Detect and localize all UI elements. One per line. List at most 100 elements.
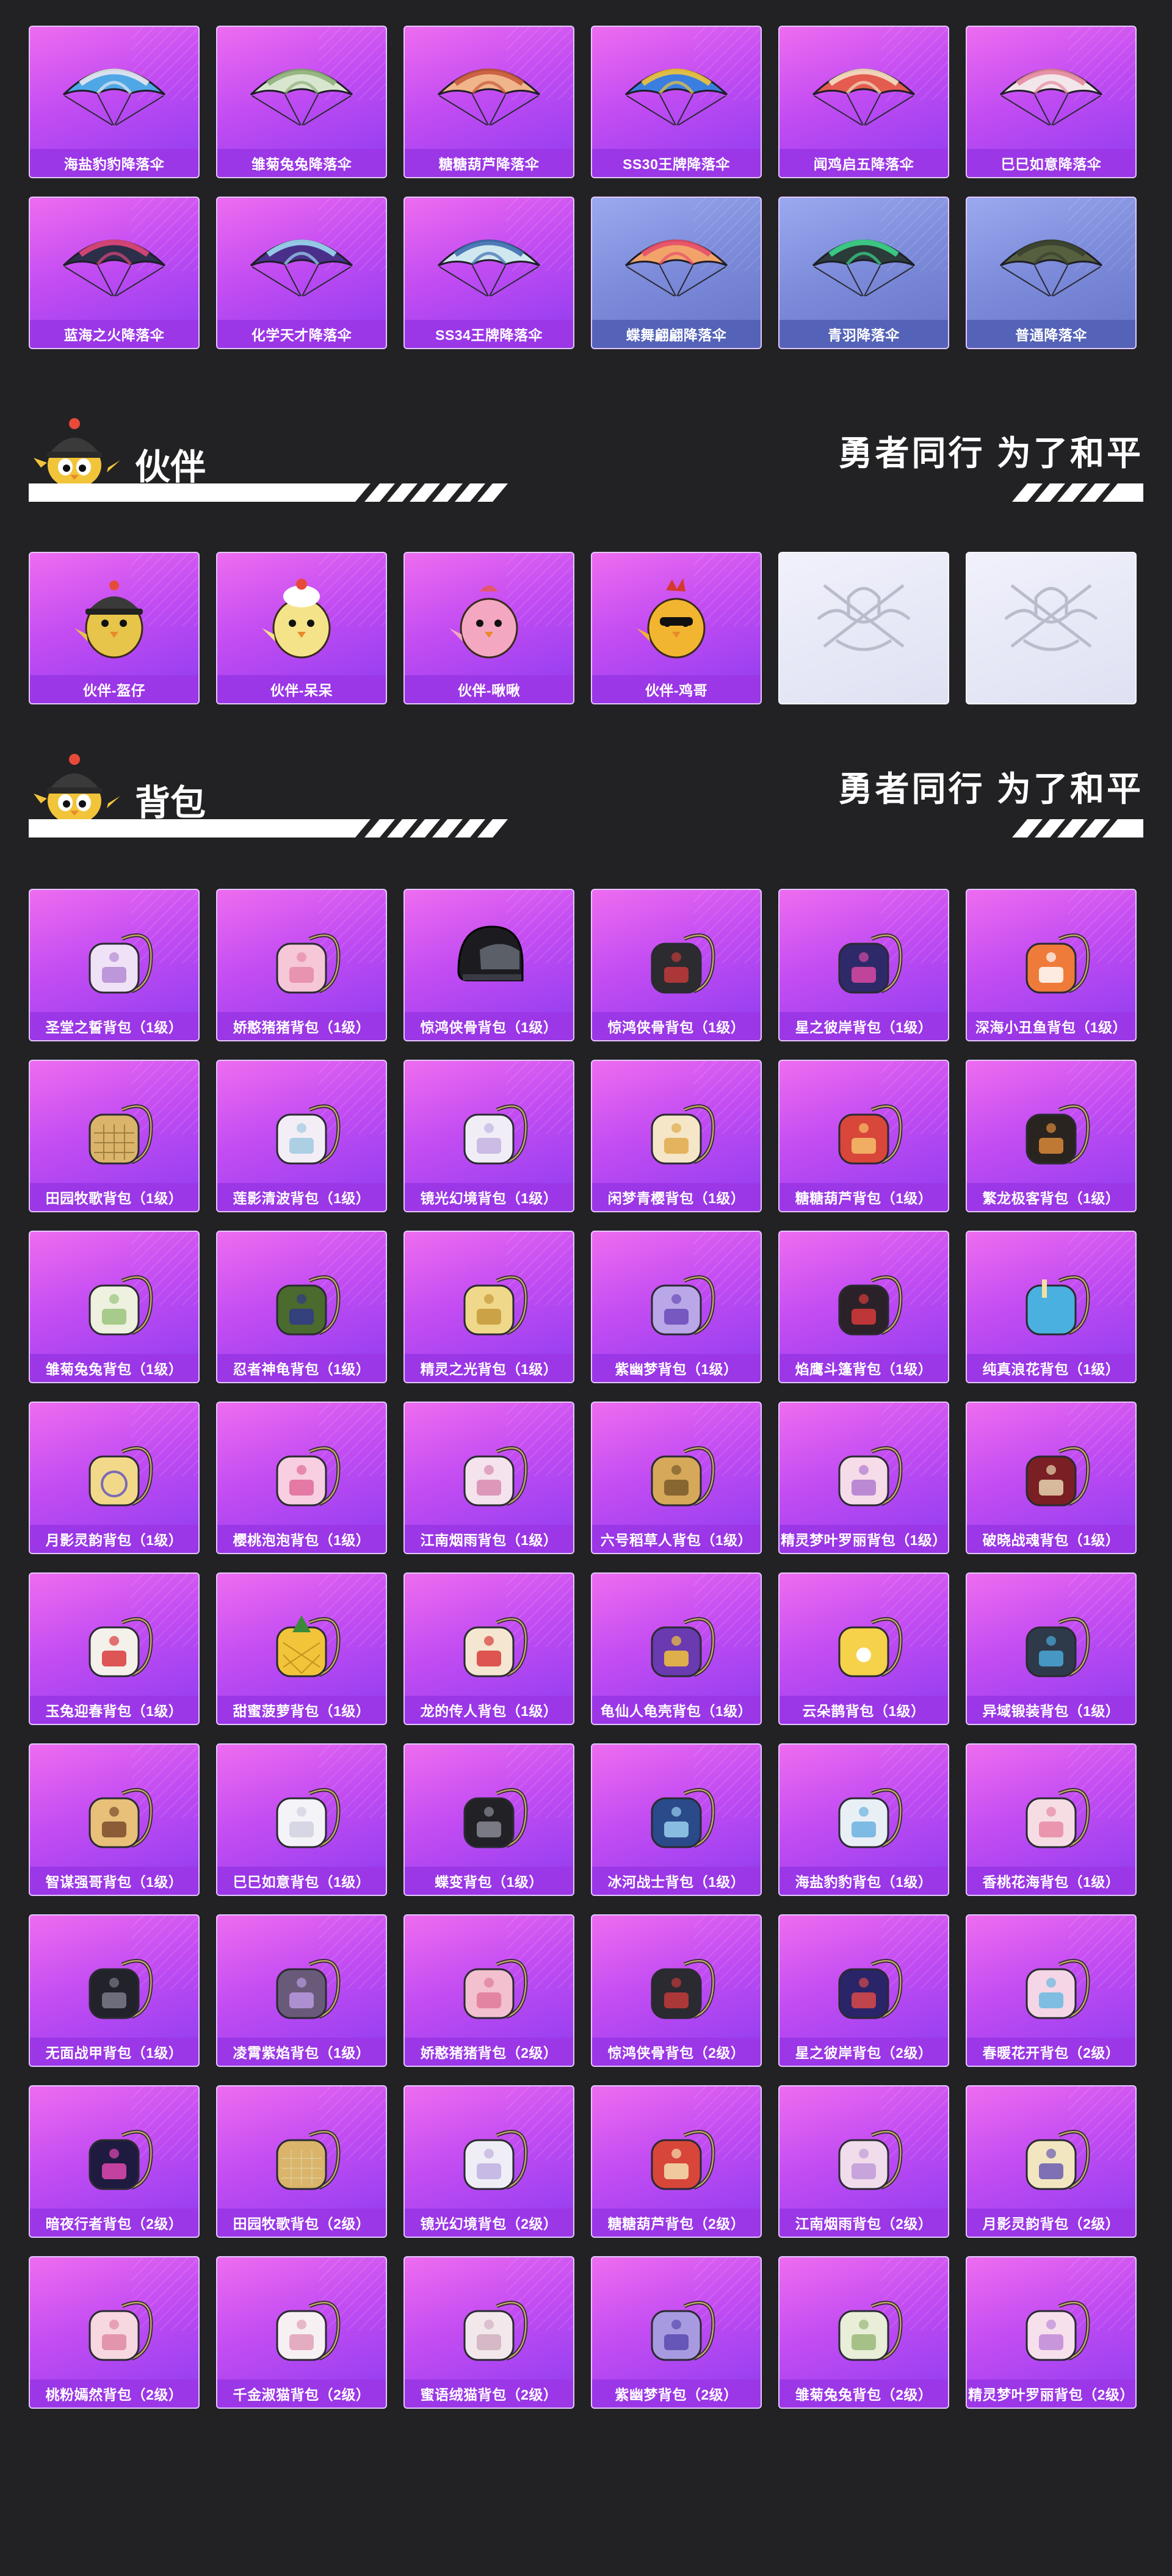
backpack-card[interactable]: 田园牧歌背包（1级）: [29, 1060, 200, 1212]
parachute-card[interactable]: 雏菊兔兔降落伞: [216, 26, 387, 178]
backpack-card[interactable]: 凌霄紫焰背包（1级）: [216, 1914, 387, 2067]
parachute-icon: [56, 218, 172, 309]
backpack-card[interactable]: 巳巳如意背包（1级）: [216, 1743, 387, 1896]
backpack-card[interactable]: 星之彼岸背包（2级）: [778, 1914, 949, 2067]
backpack-card[interactable]: 无面战甲背包（1级）: [29, 1914, 200, 2067]
empty-slot-card[interactable]: [966, 552, 1137, 704]
companion-card[interactable]: 伙伴-呆呆: [216, 552, 387, 704]
backpack-icon: [256, 1255, 347, 1340]
basket-backpack-icon: [68, 1084, 160, 1170]
backpack-card[interactable]: 糖糖葫芦背包（1级）: [778, 1060, 949, 1212]
parachute-card[interactable]: 普通降落伞: [966, 197, 1137, 349]
backpack-card[interactable]: 莲影清波背包（1级）: [216, 1060, 387, 1212]
backpack-card[interactable]: 星之彼岸背包（1级）: [778, 889, 949, 1041]
item-label: 糖糖葫芦背包（1级）: [780, 1183, 948, 1211]
item-label: 惊鸿侠骨背包（1级）: [592, 1012, 761, 1040]
backpack-card[interactable]: 破晓战魂背包（1级）: [966, 1402, 1137, 1554]
backpack-card[interactable]: 樱桃泡泡背包（1级）: [216, 1402, 387, 1554]
backpack-icon: [1005, 2281, 1097, 2366]
backpack-card[interactable]: 精灵之光背包（1级）: [403, 1231, 574, 1383]
parachute-card[interactable]: 糖糖葫芦降落伞: [403, 26, 574, 178]
backpack-icon: [631, 2281, 722, 2366]
backpack-card[interactable]: 雏菊兔兔背包（1级）: [29, 1231, 200, 1383]
backpack-card[interactable]: 智谋强哥背包（1级）: [29, 1743, 200, 1896]
backpack-card[interactable]: 忍者神龟背包（1级）: [216, 1231, 387, 1383]
item-label: 玉兔迎春背包（1级）: [30, 1696, 198, 1724]
backpack-card[interactable]: 纯真浪花背包（1级）: [966, 1231, 1137, 1383]
backpack-card[interactable]: 玉兔迎春背包（1级）: [29, 1572, 200, 1725]
backpack-icon: [68, 1255, 160, 1340]
header-stripe-bar-right: [1012, 483, 1143, 502]
parachute-card[interactable]: 化学天才降落伞: [216, 197, 387, 349]
backpack-card[interactable]: 蜜语绒猫背包（2级）: [403, 2256, 574, 2409]
backpack-card[interactable]: 田园牧歌背包（2级）: [216, 2085, 387, 2238]
backpack-card[interactable]: 月影灵韵背包（2级）: [966, 2085, 1137, 2238]
backpack-card[interactable]: 月影灵韵背包（1级）: [29, 1402, 200, 1554]
backpack-card[interactable]: 雏菊兔兔背包（2级）: [778, 2256, 949, 2409]
parachute-card[interactable]: 巳巳如意降落伞: [966, 26, 1137, 178]
parachute-card[interactable]: SS30王牌降落伞: [591, 26, 762, 178]
backpack-card[interactable]: 圣堂之誓背包（1级）: [29, 889, 200, 1041]
parachute-card[interactable]: SS34王牌降落伞: [403, 197, 574, 349]
backpack-card[interactable]: 娇憨猪猪背包（1级）: [216, 889, 387, 1041]
backpack-card[interactable]: 镜光幻境背包（2级）: [403, 2085, 574, 2238]
backpack-card[interactable]: 繁龙极客背包（1级）: [966, 1060, 1137, 1212]
backpack-icon: [818, 1426, 910, 1511]
backpack-card[interactable]: 镜光幻境背包（1级）: [403, 1060, 574, 1212]
backpack-card[interactable]: 深海小丑鱼背包（1级）: [966, 889, 1137, 1041]
backpack-card[interactable]: 惊鸿侠骨背包（1级）: [403, 889, 574, 1041]
backpack-card[interactable]: 千金淑猫背包（2级）: [216, 2256, 387, 2409]
companion-card[interactable]: 伙伴-啾啾: [403, 552, 574, 704]
pubg-emblem-icon: [999, 573, 1103, 665]
backpack-card[interactable]: 甜蜜菠萝背包（1级）: [216, 1572, 387, 1725]
backpack-card[interactable]: 春暖花开背包（2级）: [966, 1914, 1137, 2067]
item-label: 江南烟雨背包（1级）: [405, 1525, 573, 1553]
backpack-card[interactable]: 精灵梦叶罗丽背包（2级）: [966, 2256, 1137, 2409]
backpack-card[interactable]: 惊鸿侠骨背包（1级）: [591, 889, 762, 1041]
backpack-icon: [68, 1597, 160, 1682]
backpack-card[interactable]: 异域锻装背包（1级）: [966, 1572, 1137, 1725]
item-label: 云朵鹊背包（1级）: [780, 1696, 948, 1724]
backpack-card[interactable]: 焰鹰斗篷背包（1级）: [778, 1231, 949, 1383]
backpack-card[interactable]: 惊鸿侠骨背包（2级）: [591, 1914, 762, 2067]
parachute-icon: [244, 218, 360, 309]
backpack-card[interactable]: 娇憨猪猪背包（2级）: [403, 1914, 574, 2067]
backpack-card[interactable]: 紫幽梦背包（2级）: [591, 2256, 762, 2409]
backpack-card[interactable]: 江南烟雨背包（1级）: [403, 1402, 574, 1554]
companion-card[interactable]: 伙伴-鸡哥: [591, 552, 762, 704]
backpack-card[interactable]: 暗夜行者背包（2级）: [29, 2085, 200, 2238]
item-label: 糖糖葫芦背包（2级）: [592, 2209, 761, 2237]
backpack-card[interactable]: 海盐豹豹背包（1级）: [778, 1743, 949, 1896]
parachute-card[interactable]: 闻鸡启五降落伞: [778, 26, 949, 178]
backpack-card[interactable]: 江南烟雨背包（2级）: [778, 2085, 949, 2238]
backpack-card[interactable]: 精灵梦叶罗丽背包（1级）: [778, 1402, 949, 1554]
backpack-card[interactable]: 闲梦青樱背包（1级）: [591, 1060, 762, 1212]
item-label: 伙伴-鸡哥: [592, 675, 761, 703]
backpack-icon: [1005, 1084, 1097, 1170]
parachute-icon: [431, 47, 547, 139]
backpack-icon: [631, 1768, 722, 1853]
backpack-icon: [443, 1597, 535, 1682]
backpack-card[interactable]: 云朵鹊背包（1级）: [778, 1572, 949, 1725]
backpack-card[interactable]: 冰河战士背包（1级）: [591, 1743, 762, 1896]
parachute-card[interactable]: 海盐豹豹降落伞: [29, 26, 200, 178]
item-label: 伙伴-呆呆: [217, 675, 386, 703]
backpack-card[interactable]: 紫幽梦背包（1级）: [591, 1231, 762, 1383]
backpack-card[interactable]: 蝶变背包（1级）: [403, 1743, 574, 1896]
parachute-card[interactable]: 青羽降落伞: [778, 197, 949, 349]
empty-slot-card[interactable]: [778, 552, 949, 704]
backpack-card[interactable]: 香桃花海背包（1级）: [966, 1743, 1137, 1896]
parachute-card[interactable]: 蝶舞翩翩降落伞: [591, 197, 762, 349]
backpack-card[interactable]: 糖糖葫芦背包（2级）: [591, 2085, 762, 2238]
backpack-icon: [443, 2281, 535, 2366]
companion-card[interactable]: 伙伴-盔仔: [29, 552, 200, 704]
parachute-card[interactable]: 蓝海之火降落伞: [29, 197, 200, 349]
item-label: 深海小丑鱼背包（1级）: [967, 1012, 1135, 1040]
parachute-grid: 海盐豹豹降落伞 雏菊兔兔降落伞 糖糖葫芦降落伞 SS30王牌降落伞 闻鸡启五降落伞 巳巳如…: [29, 26, 1137, 349]
item-label: 冰河战士背包（1级）: [592, 1867, 761, 1895]
backpack-card[interactable]: 龟仙人龟壳背包（1级）: [591, 1572, 762, 1725]
backpack-icon: [818, 1255, 910, 1340]
backpack-card[interactable]: 六号稻草人背包（1级）: [591, 1402, 762, 1554]
backpack-card[interactable]: 桃粉嫣然背包（2级）: [29, 2256, 200, 2409]
backpack-card[interactable]: 龙的传人背包（1级）: [403, 1572, 574, 1725]
